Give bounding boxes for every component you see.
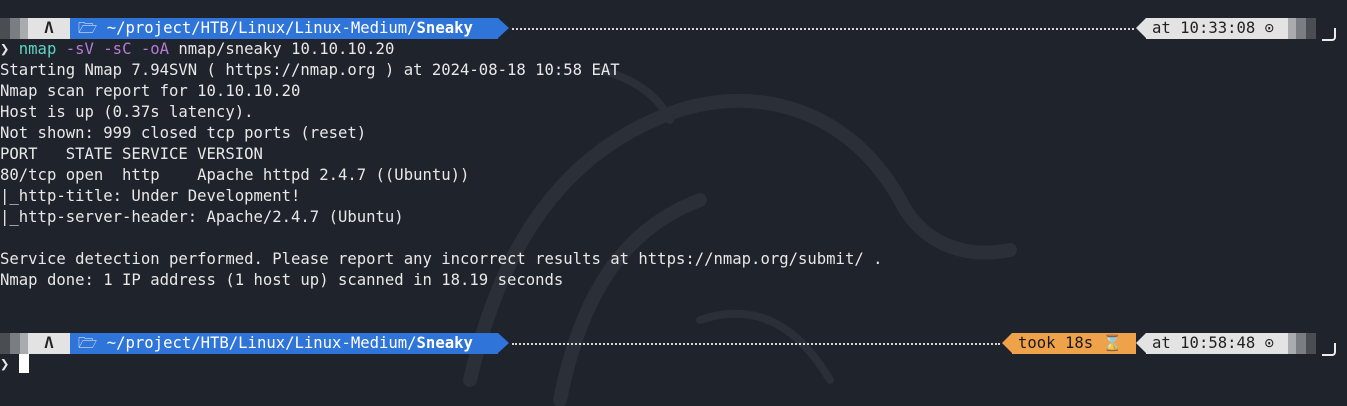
prompt-gradient-left — [10, 18, 20, 39]
output-line: |_http-title: Under Development! — [0, 187, 301, 205]
output-line: Not shown: 999 closed tcp ports (reset) — [0, 124, 367, 142]
prompt-gradient-left — [20, 18, 28, 39]
folder-icon: 🗁 — [78, 334, 98, 352]
output-line: 80/tcp open http Apache httpd 2.4.7 ((Ub… — [0, 166, 470, 184]
command-line: ❯ nmap -sV -sC -oA nmap/sneaky 10.10.10.… — [0, 39, 394, 60]
command-name: nmap — [18, 40, 57, 58]
path-arrow — [498, 333, 509, 353]
prompt-path: 🗁 ~/project/HTB/Linux/Linux-Medium/Sneak… — [70, 18, 498, 39]
folder-icon: 🗁 — [78, 19, 98, 37]
path-current-dir: Sneaky — [416, 334, 473, 352]
os-icon: Λ — [28, 18, 70, 39]
path-text: ~/project/HTB/Linux/Linux-Medium/ — [106, 19, 417, 37]
duration-text: took 18s ⌛ — [1018, 334, 1122, 352]
prompt-duration: took 18s ⌛ — [1012, 333, 1136, 354]
prompt-gradient-right — [1288, 18, 1296, 39]
path-current-dir: Sneaky — [416, 19, 473, 37]
prompt-gradient-right — [1288, 333, 1296, 354]
output-line: Nmap done: 1 IP address (1 host up) scan… — [0, 271, 564, 289]
input-line[interactable]: ❯ — [0, 354, 29, 375]
command-flags: -sV -sC -oA — [65, 40, 170, 58]
prompt-gradient-right — [1306, 333, 1316, 354]
prompt-filler — [512, 333, 1000, 354]
output-line: Nmap scan report for 10.10.10.20 — [0, 82, 301, 100]
output-line: Starting Nmap 7.94SVN ( https://nmap.org… — [0, 61, 620, 79]
command-args: nmap/sneaky 10.10.10.20 — [178, 40, 395, 58]
path-arrow — [498, 18, 509, 38]
prompt-corner — [1322, 343, 1336, 356]
prompt-bar: Λ 🗁 ~/project/HTB/Linux/Linux-Medium/Sne… — [0, 18, 1347, 41]
prompt-gradient-left — [0, 18, 10, 39]
text-cursor — [18, 354, 29, 373]
prompt-time: at 10:58:48 ⊙ — [1146, 333, 1288, 354]
prompt-gradient-right — [1296, 18, 1306, 39]
output-line: PORT STATE SERVICE VERSION — [0, 145, 263, 163]
prompt-gradient-right — [1306, 18, 1316, 39]
prompt-chevron: ❯ — [0, 40, 10, 58]
time-arrow — [1136, 333, 1146, 353]
prompt-filler — [512, 18, 1134, 39]
output-line: |_http-server-header: Apache/2.4.7 (Ubun… — [0, 208, 404, 226]
took-arrow — [1002, 333, 1012, 353]
prompt-chevron: ❯ — [0, 355, 10, 373]
time-arrow — [1136, 18, 1146, 38]
prompt-corner — [1322, 28, 1336, 41]
prompt-gradient-left — [10, 333, 20, 354]
prompt-bar: Λ 🗁 ~/project/HTB/Linux/Linux-Medium/Sne… — [0, 333, 1347, 356]
output-line: Service detection performed. Please repo… — [0, 250, 883, 268]
os-icon: Λ — [28, 333, 70, 354]
path-text: ~/project/HTB/Linux/Linux-Medium/ — [106, 334, 417, 352]
prompt-gradient-right — [1296, 333, 1306, 354]
prompt-time: at 10:33:08 ⊙ — [1146, 18, 1288, 39]
output-line: Host is up (0.37s latency). — [0, 103, 254, 121]
prompt-path: 🗁 ~/project/HTB/Linux/Linux-Medium/Sneak… — [70, 333, 498, 354]
prompt-gradient-left — [20, 333, 28, 354]
prompt-gradient-left — [0, 333, 10, 354]
